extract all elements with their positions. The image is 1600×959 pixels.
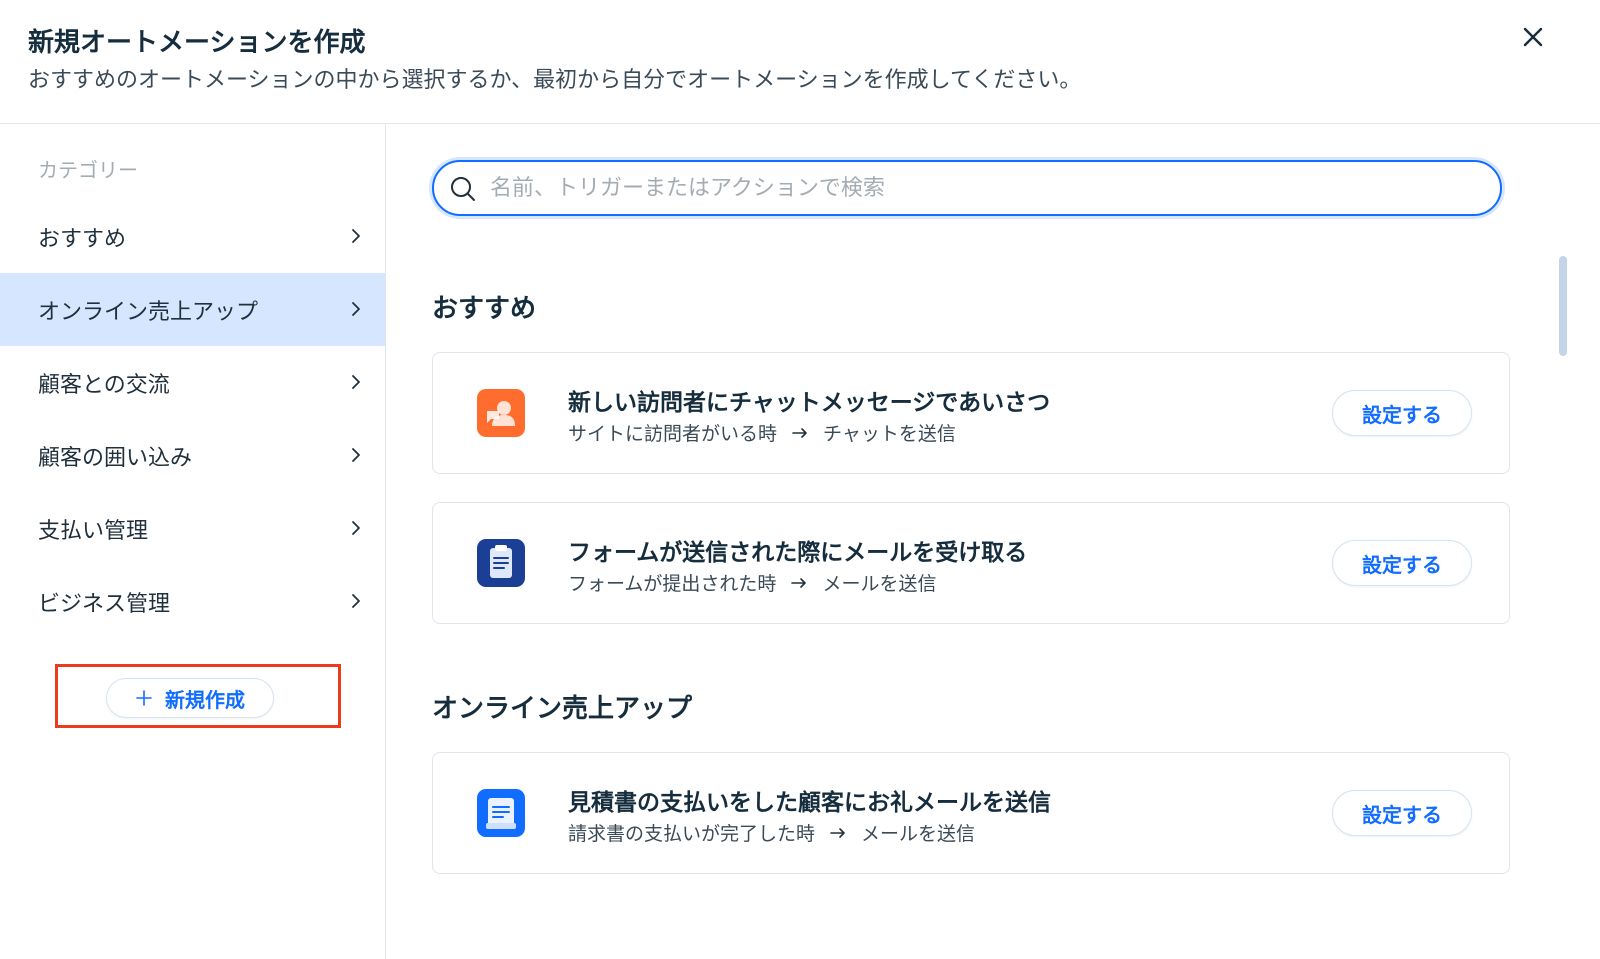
chat-person-icon [477, 389, 525, 437]
card-action: メールを送信 [861, 823, 976, 845]
sidebar-item-online-sales[interactable]: オンライン売上アップ [0, 273, 385, 346]
modal-header: 新規オートメーションを作成 おすすめのオートメーションの中から選択するか、最初か… [0, 0, 1600, 124]
chevron-right-icon [352, 229, 360, 243]
sidebar-item-payments[interactable]: 支払い管理 [0, 492, 385, 565]
card-description: 請求書の支払いが完了した時 メールを送信 [568, 819, 975, 846]
card-trigger: 請求書の支払いが完了した時 [568, 823, 816, 845]
search-icon [451, 177, 475, 201]
arrow-right-icon [791, 577, 807, 588]
card-title: 新しい訪問者にチャットメッセージであいさつ [568, 390, 1051, 416]
card-description: フォームが提出された時 メールを送信 [568, 569, 936, 596]
setup-button[interactable]: 設定する [1332, 540, 1472, 586]
card-action: メールを送信 [822, 573, 937, 595]
card-action: チャットを送信 [823, 423, 956, 445]
create-new-label: 新規作成 [165, 687, 245, 712]
automation-card[interactable]: 新しい訪問者にチャットメッセージであいさつ サイトに訪問者がいる時 チャットを送… [432, 352, 1510, 474]
arrow-right-icon [830, 827, 845, 838]
plus-icon [136, 690, 152, 706]
sidebar-item-label: 顧客との交流 [38, 372, 170, 398]
modal-subtitle: おすすめのオートメーションの中から選択するか、最初から自分でオートメーションを作… [28, 68, 1082, 93]
card-description: サイトに訪問者がいる時 チャットを送信 [568, 419, 956, 446]
chevron-right-icon [352, 375, 360, 389]
scrollbar-thumb[interactable] [1559, 256, 1567, 356]
modal-title: 新規オートメーションを作成 [28, 28, 366, 58]
automation-card[interactable]: フォームが送信された際にメールを受け取る フォームが提出された時 メールを送信 … [432, 502, 1510, 624]
card-trigger: フォームが提出された時 [568, 573, 777, 595]
automation-card[interactable]: 見積書の支払いをした顧客にお礼メールを送信 請求書の支払いが完了した時 メールを… [432, 752, 1510, 874]
form-clipboard-icon [477, 539, 525, 587]
search-input[interactable] [490, 170, 1480, 206]
chevron-right-icon [352, 302, 360, 316]
setup-button[interactable]: 設定する [1332, 390, 1472, 436]
setup-button[interactable]: 設定する [1332, 790, 1472, 836]
arrow-right-icon [792, 427, 807, 438]
sidebar-item-label: オンライン売上アップ [38, 299, 259, 325]
sidebar-item-recommended[interactable]: おすすめ [0, 200, 385, 273]
sidebar-item-business-management[interactable]: ビジネス管理 [0, 565, 385, 638]
card-title: 見積書の支払いをした顧客にお礼メールを送信 [568, 790, 1051, 816]
sidebar-item-customer-engagement[interactable]: 顧客との交流 [0, 346, 385, 419]
sidebar-item-label: ビジネス管理 [38, 591, 171, 617]
section-title-online-sales: オンライン売上アップ [432, 694, 693, 724]
category-sidebar: カテゴリー おすすめ オンライン売上アップ 顧客との交流 顧客の囲い込み 支払い… [0, 124, 386, 959]
section-title-recommended: おすすめ [432, 294, 537, 324]
automation-list: おすすめ 新しい訪問者にチャットメッセージであいさつ サイトに訪問者がいる時 チ… [386, 124, 1600, 959]
invoice-document-icon [477, 789, 525, 837]
card-title: フォームが送信された際にメールを受け取る [568, 540, 1028, 566]
search-box [432, 160, 1502, 216]
close-button[interactable] [1516, 20, 1550, 54]
sidebar-item-label: 顧客の囲い込み [38, 445, 193, 471]
chevron-right-icon [352, 521, 360, 535]
highlight-frame: 新規作成 [55, 664, 341, 728]
create-new-button[interactable]: 新規作成 [106, 678, 274, 718]
sidebar-item-customer-retention[interactable]: 顧客の囲い込み [0, 419, 385, 492]
close-icon [1523, 27, 1543, 47]
category-heading: カテゴリー [38, 158, 138, 182]
card-trigger: サイトに訪問者がいる時 [568, 423, 778, 445]
chevron-right-icon [352, 448, 360, 462]
sidebar-item-label: 支払い管理 [38, 518, 149, 544]
sidebar-item-label: おすすめ [38, 226, 127, 252]
chevron-right-icon [352, 594, 360, 608]
